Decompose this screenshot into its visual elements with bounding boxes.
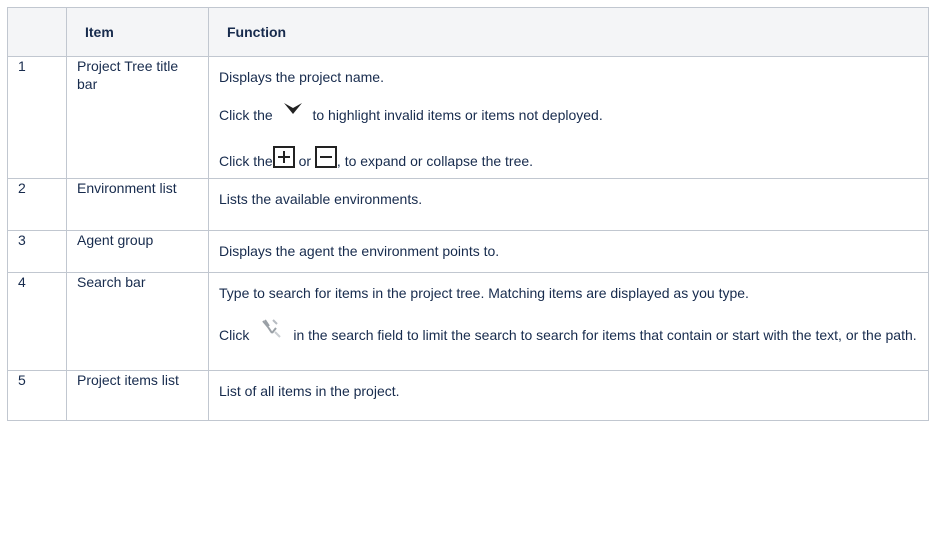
row-item: Project items list: [66, 370, 209, 421]
table-row: 5 Project items list List of all items i…: [7, 370, 929, 421]
function-paragraph: Click in the search field to limit the s…: [219, 318, 918, 344]
table-row: 1 Project Tree title bar Displays the pr…: [7, 56, 929, 179]
table-row: 4 Search bar Type to search for items in…: [7, 272, 929, 371]
header-item: Item: [66, 7, 209, 57]
function-paragraph: Displays the agent the environment point…: [219, 243, 500, 259]
table-row: 2 Environment list Lists the available e…: [7, 178, 929, 231]
function-paragraph: Lists the available environments.: [219, 191, 423, 207]
row-item: Environment list: [66, 178, 209, 231]
row-number: 3: [7, 230, 67, 273]
header-function: Function: [208, 7, 929, 57]
function-table: Item Function 1 Project Tree title bar D…: [7, 7, 929, 421]
function-paragraph: List of all items in the project.: [219, 383, 400, 399]
row-item: Agent group: [66, 230, 209, 273]
function-paragraph: Click the to highlight invalid items or …: [219, 103, 918, 124]
row-function: Type to search for items in the project …: [208, 272, 929, 371]
function-paragraph: Type to search for items in the project …: [219, 285, 749, 301]
row-function: Lists the available environments.: [208, 178, 929, 231]
row-number: 1: [7, 56, 67, 179]
header-number: [7, 7, 67, 57]
row-item: Search bar: [66, 272, 209, 371]
row-function: Displays the agent the environment point…: [208, 230, 929, 273]
function-paragraph: Click the or , to expand or collapse the…: [219, 144, 918, 170]
row-number: 5: [7, 370, 67, 421]
row-function: Displays the project name. Click the to …: [208, 56, 929, 179]
row-function: List of all items in the project.: [208, 370, 929, 421]
row-number: 2: [7, 178, 67, 231]
search-options-icon: [262, 319, 282, 338]
function-paragraph: Displays the project name.: [219, 69, 384, 85]
collapse-minus-icon: [314, 146, 337, 168]
row-number: 4: [7, 272, 67, 371]
table-header-row: Item Function: [7, 7, 929, 57]
expand-plus-icon: [272, 146, 295, 168]
filter-icon: [283, 103, 302, 114]
row-item: Project Tree title bar: [66, 56, 209, 179]
table-row: 3 Agent group Displays the agent the env…: [7, 230, 929, 273]
